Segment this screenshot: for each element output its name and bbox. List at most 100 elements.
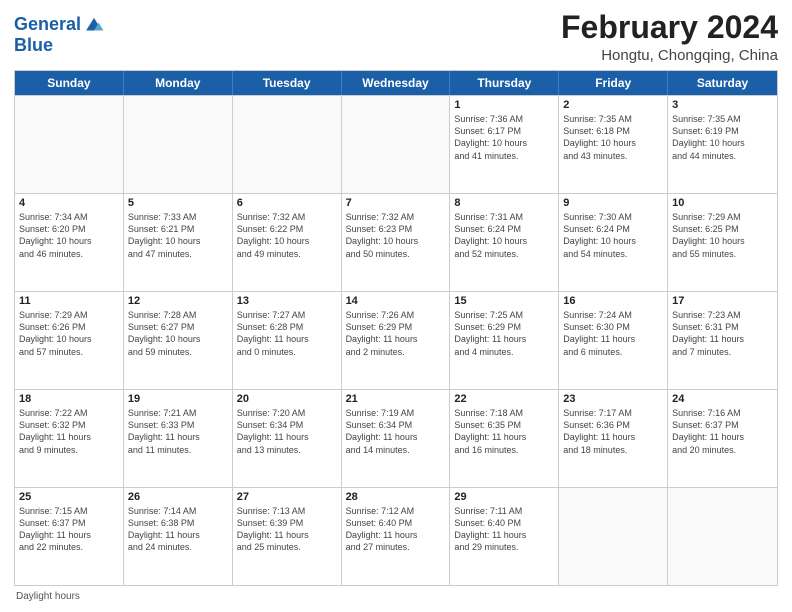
calendar-cell: 10 Sunrise: 7:29 AM Sunset: 6:25 PM Dayli…: [668, 194, 777, 291]
calendar: SundayMondayTuesdayWednesdayThursdayFrid…: [14, 70, 778, 586]
day-info: Sunrise: 7:18 AM Sunset: 6:35 PM Dayligh…: [454, 407, 554, 456]
day-info: Sunrise: 7:17 AM Sunset: 6:36 PM Dayligh…: [563, 407, 663, 456]
calendar-cell: 22 Sunrise: 7:18 AM Sunset: 6:35 PM Dayli…: [450, 390, 559, 487]
week-row-2: 11 Sunrise: 7:29 AM Sunset: 6:26 PM Dayli…: [15, 291, 777, 389]
logo-icon: [83, 14, 105, 36]
day-number: 22: [454, 393, 554, 405]
weekday-header-wednesday: Wednesday: [342, 71, 451, 95]
calendar-cell: 17Sunrise: 7:23 AM Sunset: 6:31 PM Dayli…: [668, 292, 777, 389]
calendar-cell: 1 Sunrise: 7:36 AM Sunset: 6:17 PM Daylig…: [450, 96, 559, 193]
calendar-cell: 14 Sunrise: 7:26 AM Sunset: 6:29 PM Dayli…: [342, 292, 451, 389]
day-info: Sunrise: 7:21 AM Sunset: 6:33 PM Dayligh…: [128, 407, 228, 456]
day-info: Sunrise: 7:31 AM Sunset: 6:24 PM Dayligh…: [454, 211, 554, 260]
calendar-cell: 2 Sunrise: 7:35 AM Sunset: 6:18 PM Daylig…: [559, 96, 668, 193]
weekday-header-thursday: Thursday: [450, 71, 559, 95]
calendar-cell: 13 Sunrise: 7:27 AM Sunset: 6:28 PM Dayli…: [233, 292, 342, 389]
calendar-title: February 2024: [561, 10, 778, 45]
day-info: Sunrise: 7:20 AM Sunset: 6:34 PM Dayligh…: [237, 407, 337, 456]
calendar-cell: 6 Sunrise: 7:32 AM Sunset: 6:22 PM Daylig…: [233, 194, 342, 291]
calendar-cell: [15, 96, 124, 193]
calendar-cell: 12 Sunrise: 7:28 AM Sunset: 6:27 PM Dayli…: [124, 292, 233, 389]
day-number: 14: [346, 295, 446, 307]
calendar-cell: 4 Sunrise: 7:34 AM Sunset: 6:20 PM Daylig…: [15, 194, 124, 291]
day-number: 12: [128, 295, 228, 307]
day-number: 6: [237, 197, 337, 209]
day-info: Sunrise: 7:13 AM Sunset: 6:39 PM Dayligh…: [237, 505, 337, 554]
logo: General Blue: [14, 14, 105, 56]
day-number: 4: [19, 197, 119, 209]
day-info: Sunrise: 7:16 AM Sunset: 6:37 PM Dayligh…: [672, 407, 773, 456]
header: General Blue February 2024 Hongtu, Chong…: [14, 10, 778, 64]
logo-text: General: [14, 15, 81, 35]
day-info: Sunrise: 7:28 AM Sunset: 6:27 PM Dayligh…: [128, 309, 228, 358]
day-info: Sunrise: 7:26 AM Sunset: 6:29 PM Dayligh…: [346, 309, 446, 358]
day-number: 3: [672, 99, 773, 111]
calendar-cell: 3Sunrise: 7:35 AM Sunset: 6:19 PM Daylig…: [668, 96, 777, 193]
day-number: 5: [128, 197, 228, 209]
day-info: Sunrise: 7:12 AM Sunset: 6:40 PM Dayligh…: [346, 505, 446, 554]
day-info: Sunrise: 7:24 AM Sunset: 6:30 PM Dayligh…: [563, 309, 663, 358]
calendar-subtitle: Hongtu, Chongqing, China: [561, 47, 778, 64]
day-info: Sunrise: 7:33 AM Sunset: 6:21 PM Dayligh…: [128, 211, 228, 260]
week-row-4: 25 Sunrise: 7:15 AM Sunset: 6:37 PM Dayli…: [15, 487, 777, 585]
calendar-cell: 21 Sunrise: 7:19 AM Sunset: 6:34 PM Dayli…: [342, 390, 451, 487]
calendar-cell: 20Sunrise: 7:20 AM Sunset: 6:34 PM Dayli…: [233, 390, 342, 487]
day-info: Sunrise: 7:32 AM Sunset: 6:22 PM Dayligh…: [237, 211, 337, 260]
calendar-cell: 24 Sunrise: 7:16 AM Sunset: 6:37 PM Dayli…: [668, 390, 777, 487]
day-number: 25: [19, 491, 119, 503]
day-number: 11: [19, 295, 119, 307]
day-number: 27: [237, 491, 337, 503]
day-info: Sunrise: 7:23 AM Sunset: 6:31 PM Dayligh…: [672, 309, 773, 358]
day-info: Sunrise: 7:11 AM Sunset: 6:40 PM Dayligh…: [454, 505, 554, 554]
day-number: 16: [563, 295, 663, 307]
week-row-1: 4 Sunrise: 7:34 AM Sunset: 6:20 PM Daylig…: [15, 193, 777, 291]
day-number: 1: [454, 99, 554, 111]
weekday-header-monday: Monday: [124, 71, 233, 95]
calendar-header: SundayMondayTuesdayWednesdayThursdayFrid…: [15, 71, 777, 95]
calendar-cell: 16 Sunrise: 7:24 AM Sunset: 6:30 PM Dayli…: [559, 292, 668, 389]
day-number: 28: [346, 491, 446, 503]
day-info: Sunrise: 7:36 AM Sunset: 6:17 PM Dayligh…: [454, 113, 554, 162]
title-block: February 2024 Hongtu, Chongqing, China: [561, 10, 778, 64]
day-number: 8: [454, 197, 554, 209]
day-number: 13: [237, 295, 337, 307]
day-number: 23: [563, 393, 663, 405]
calendar-cell: 25 Sunrise: 7:15 AM Sunset: 6:37 PM Dayli…: [15, 488, 124, 585]
day-info: Sunrise: 7:29 AM Sunset: 6:26 PM Dayligh…: [19, 309, 119, 358]
weekday-header-tuesday: Tuesday: [233, 71, 342, 95]
calendar-cell: 23 Sunrise: 7:17 AM Sunset: 6:36 PM Dayli…: [559, 390, 668, 487]
day-number: 21: [346, 393, 446, 405]
day-number: 19: [128, 393, 228, 405]
calendar-cell: [559, 488, 668, 585]
calendar-cell: 28 Sunrise: 7:12 AM Sunset: 6:40 PM Dayli…: [342, 488, 451, 585]
day-info: Sunrise: 7:35 AM Sunset: 6:18 PM Dayligh…: [563, 113, 663, 162]
calendar-cell: 5 Sunrise: 7:33 AM Sunset: 6:21 PM Daylig…: [124, 194, 233, 291]
day-number: 18: [19, 393, 119, 405]
calendar-cell: [342, 96, 451, 193]
page: General Blue February 2024 Hongtu, Chong…: [0, 0, 792, 612]
calendar-body: 1 Sunrise: 7:36 AM Sunset: 6:17 PM Daylig…: [15, 95, 777, 585]
calendar-cell: 11 Sunrise: 7:29 AM Sunset: 6:26 PM Dayli…: [15, 292, 124, 389]
day-info: Sunrise: 7:15 AM Sunset: 6:37 PM Dayligh…: [19, 505, 119, 554]
day-info: Sunrise: 7:27 AM Sunset: 6:28 PM Dayligh…: [237, 309, 337, 358]
day-info: Sunrise: 7:34 AM Sunset: 6:20 PM Dayligh…: [19, 211, 119, 260]
week-row-0: 1 Sunrise: 7:36 AM Sunset: 6:17 PM Daylig…: [15, 95, 777, 193]
calendar-cell: 29 Sunrise: 7:11 AM Sunset: 6:40 PM Dayli…: [450, 488, 559, 585]
weekday-header-friday: Friday: [559, 71, 668, 95]
day-number: 24: [672, 393, 773, 405]
day-info: Sunrise: 7:19 AM Sunset: 6:34 PM Dayligh…: [346, 407, 446, 456]
logo-text2: Blue: [14, 36, 105, 56]
calendar-cell: 9Sunrise: 7:30 AM Sunset: 6:24 PM Daylig…: [559, 194, 668, 291]
day-number: 10: [672, 197, 773, 209]
calendar-cell: 15Sunrise: 7:25 AM Sunset: 6:29 PM Dayli…: [450, 292, 559, 389]
calendar-cell: 27 Sunrise: 7:13 AM Sunset: 6:39 PM Dayli…: [233, 488, 342, 585]
day-number: 26: [128, 491, 228, 503]
day-number: 29: [454, 491, 554, 503]
day-number: 2: [563, 99, 663, 111]
calendar-cell: [124, 96, 233, 193]
day-info: Sunrise: 7:22 AM Sunset: 6:32 PM Dayligh…: [19, 407, 119, 456]
day-info: Sunrise: 7:29 AM Sunset: 6:25 PM Dayligh…: [672, 211, 773, 260]
calendar-cell: 7Sunrise: 7:32 AM Sunset: 6:23 PM Daylig…: [342, 194, 451, 291]
weekday-header-sunday: Sunday: [15, 71, 124, 95]
day-number: 9: [563, 197, 663, 209]
